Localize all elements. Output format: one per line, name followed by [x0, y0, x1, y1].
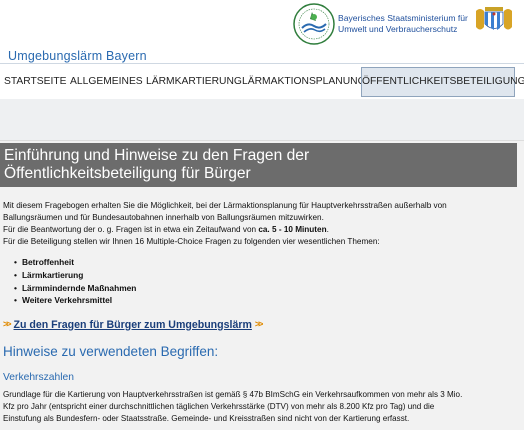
bavarian-coat-of-arms-icon[interactable] — [472, 5, 516, 35]
nav-item-oeffentlichkeitsbeteiligung[interactable]: ÖFFENTLICHKEITSBETEILIGUNG — [361, 67, 524, 97]
stmuv-circular-logo-icon[interactable] — [292, 2, 336, 46]
title-divider — [0, 63, 524, 64]
verkehrszahlen-heading: Verkehrszahlen — [3, 372, 74, 383]
banner-band — [0, 99, 524, 144]
ministry-name: Bayerisches Staatsministerium für Umwelt… — [338, 13, 478, 34]
intro-line: Ballungsräumen und für Bundesautobahnen … — [3, 213, 324, 222]
topic-item: Betroffenheit — [14, 256, 136, 269]
page-title-line2: Öffentlichkeitsbeteiligung für Bürger — [4, 164, 251, 182]
nav-item-allgemeines[interactable]: ALLGEMEINES — [70, 67, 143, 97]
time-estimate: ca. 5 - 10 Minuten — [258, 225, 327, 234]
nav-item-laermkartierung[interactable]: LÄRMKARTIERUNG — [146, 67, 242, 97]
intro-line-end: . — [326, 225, 329, 234]
verkehrszahlen-text: Grundlage für die Kartierung von Hauptve… — [3, 389, 521, 425]
questions-link-text[interactable]: Zu den Fragen für Bürger zum Umgebungslä… — [14, 319, 252, 331]
intro-line: Mit diesem Fragebogen erhalten Sie die M… — [3, 201, 447, 210]
intro-line: Für die Beantwortung der o. g. Fragen is… — [3, 224, 521, 236]
intro-line: Für die Beteiligung stellen wir Ihnen 16… — [3, 237, 380, 246]
terms-heading: Hinweise zu verwendeten Begriffen: — [3, 344, 219, 359]
double-arrow-right-icon: >> — [254, 319, 263, 329]
questions-link[interactable]: >> Zu den Fragen für Bürger zum Umgebung… — [3, 317, 263, 332]
nav-item-startseite[interactable]: STARTSEITE — [4, 67, 67, 97]
site-title[interactable]: Umgebungslärm Bayern — [8, 49, 147, 63]
ministry-name-line2: Umwelt und Verbraucherschutz — [338, 23, 458, 34]
main-nav: STARTSEITE ALLGEMEINES LÄRMKARTIERUNG LÄ… — [0, 67, 524, 97]
page-title-line1: Einführung und Hinweise zu den Fragen de… — [4, 147, 310, 164]
intro-line-text: Für die Beantwortung der o. g. Fragen is… — [3, 225, 259, 234]
double-arrow-right-icon: >> — [3, 319, 11, 329]
topic-item: Lärmkartierung — [14, 269, 136, 282]
intro-text: Mit diesem Fragebogen erhalten Sie die M… — [3, 200, 521, 248]
verkehrszahlen-line: Einstufung als Bundesfern- oder Staatsst… — [3, 414, 410, 423]
topic-item: Lärmmindernde Maßnahmen — [14, 282, 136, 295]
topic-list: Betroffenheit Lärmkartierung Lärmmindern… — [14, 256, 136, 307]
topic-item: Weitere Verkehrsmittel — [14, 294, 136, 307]
page-hero: Einführung und Hinweise zu den Fragen de… — [0, 143, 517, 187]
site-header: Bayerisches Staatsministerium für Umwelt… — [0, 0, 524, 52]
ministry-name-line1: Bayerisches Staatsministerium für — [338, 13, 468, 23]
nav-item-laermaktionsplanung[interactable]: LÄRMAKTIONSPLANUNG — [242, 67, 366, 97]
verkehrszahlen-line: Grundlage für die Kartierung von Hauptve… — [3, 390, 463, 399]
verkehrszahlen-line: Kfz pro Jahr (entspricht einer durchschn… — [3, 402, 435, 411]
